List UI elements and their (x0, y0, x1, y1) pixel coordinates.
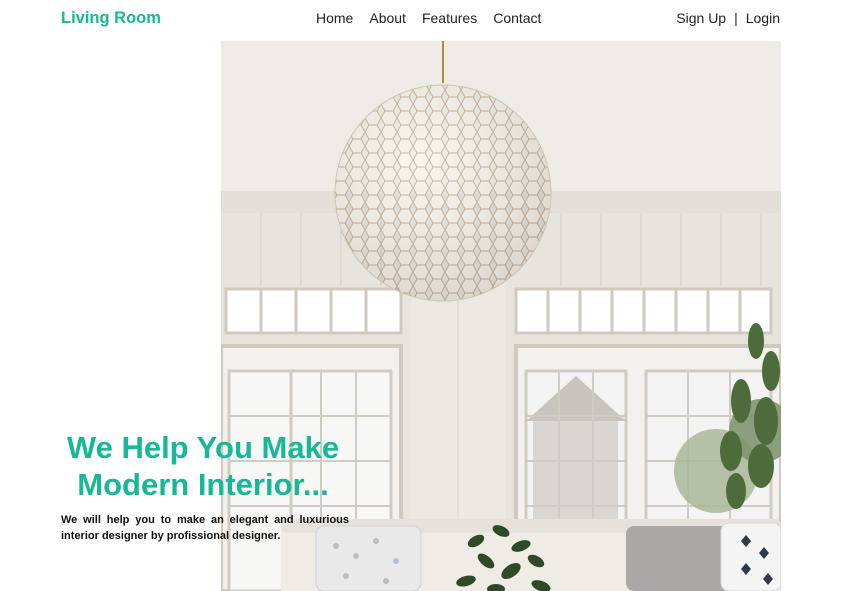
nav-features[interactable]: Features (422, 9, 477, 27)
nav-contact[interactable]: Contact (493, 9, 541, 27)
hero-headline-line1: We Help You Make (66, 430, 340, 465)
auth-links: Sign Up | Login (676, 9, 780, 27)
signup-link[interactable]: Sign Up (676, 9, 726, 27)
login-link[interactable]: Login (746, 9, 780, 27)
hero-description: We will help you to make an elegant and … (61, 514, 349, 542)
hero-headline: We Help You Make Modern Interior... (48, 429, 358, 503)
auth-separator: | (734, 10, 738, 26)
nav-about[interactable]: About (369, 9, 406, 27)
hero-headline-line2: Modern Interior... (77, 467, 329, 502)
main-nav: Home About Features Contact (316, 9, 541, 27)
hero-image (221, 41, 781, 591)
nav-home[interactable]: Home (316, 9, 353, 27)
brand-logo[interactable]: Living Room (61, 8, 161, 28)
page: Living Room Home About Features Contact … (0, 0, 855, 591)
